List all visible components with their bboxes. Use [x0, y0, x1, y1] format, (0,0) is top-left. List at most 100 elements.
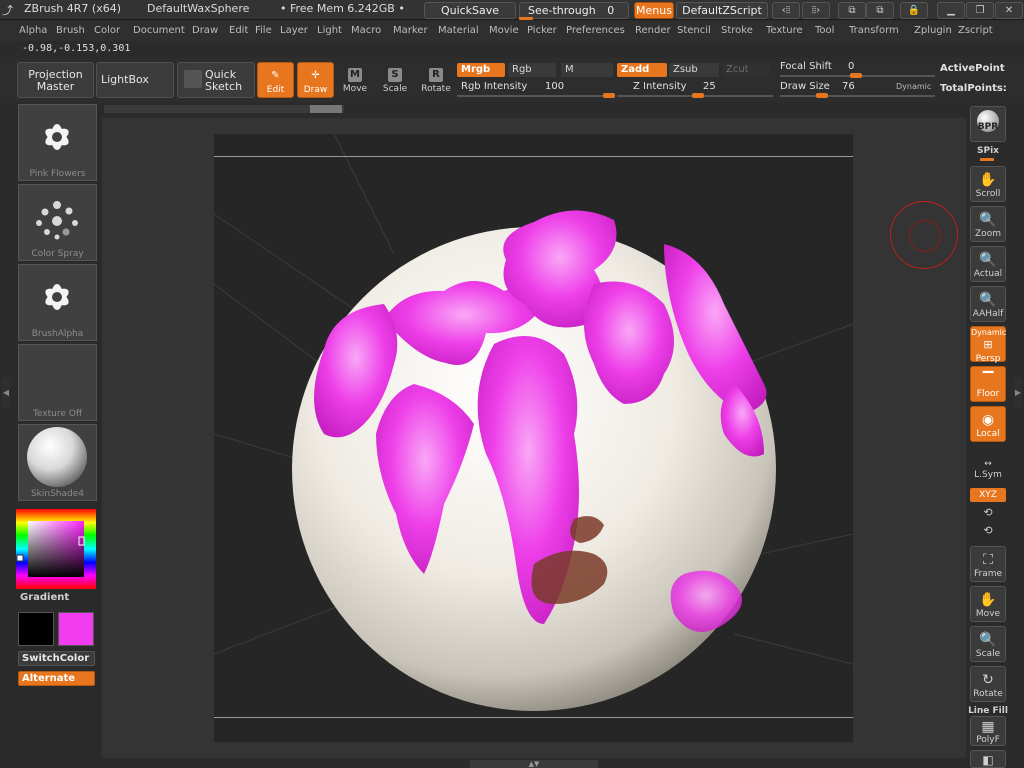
menu-material[interactable]: Material: [438, 25, 479, 36]
menu-macro[interactable]: Macro: [351, 25, 381, 36]
secondary-color-swatch[interactable]: [18, 612, 54, 646]
xyz-toggle[interactable]: XYZ: [970, 488, 1006, 502]
spix-slider[interactable]: [980, 158, 994, 161]
menu-brush[interactable]: Brush: [56, 25, 85, 36]
focal-shift-knob[interactable]: [850, 73, 862, 78]
minimize-icon[interactable]: ▁: [937, 2, 965, 19]
move-view-button[interactable]: ✋ Move: [970, 586, 1006, 622]
main-color-swatch[interactable]: [58, 612, 94, 646]
zsub-toggle[interactable]: Zsub: [669, 63, 719, 77]
left-tray-handle[interactable]: ◀: [2, 378, 10, 408]
material-picker[interactable]: SkinShade4: [18, 424, 97, 501]
layout-prev-icon[interactable]: ‹⦙⦙: [772, 2, 800, 19]
scale-mode-button[interactable]: S Scale: [375, 62, 415, 98]
zoom-button[interactable]: 🔍 Zoom: [970, 206, 1006, 242]
projection-master-button[interactable]: Projection Master: [17, 62, 94, 98]
rotate-mode-button[interactable]: R Rotate: [416, 62, 456, 98]
menu-edit[interactable]: Edit: [229, 25, 248, 36]
menu-zplugin[interactable]: Zplugin: [914, 25, 952, 36]
color-picker[interactable]: [16, 509, 96, 589]
menu-stencil[interactable]: Stencil: [677, 25, 711, 36]
menu-transform[interactable]: Transform: [849, 25, 899, 36]
close-icon[interactable]: ✕: [995, 2, 1023, 19]
alternate-toggle[interactable]: Alternate: [18, 671, 95, 686]
menu-tool[interactable]: Tool: [815, 25, 834, 36]
rotate-view-button[interactable]: ↻ Rotate: [970, 666, 1006, 702]
window-arrange-icon[interactable]: ⧉: [866, 2, 894, 19]
perspective-icon: ⊞: [983, 338, 993, 351]
rgb-toggle[interactable]: Rgb: [508, 63, 556, 77]
wax-sphere-mesh[interactable]: [292, 210, 776, 711]
brush-picker[interactable]: Pink Flowers: [18, 104, 97, 181]
zadd-toggle[interactable]: Zadd: [617, 63, 667, 77]
menus-toggle[interactable]: Menus: [634, 2, 674, 19]
menu-file[interactable]: File: [255, 25, 272, 36]
y-rotate-icon[interactable]: ⟲: [966, 506, 1010, 519]
rgb-intensity-slider[interactable]: Rgb Intensity 100: [457, 80, 615, 98]
switch-color-button[interactable]: SwitchColor: [18, 651, 95, 666]
quicksave-button[interactable]: QuickSave: [424, 2, 516, 19]
zcut-toggle[interactable]: Zcut: [722, 63, 770, 77]
menu-light[interactable]: Light: [317, 25, 342, 36]
app-title: ZBrush 4R7 (x64): [24, 2, 122, 15]
menu-draw[interactable]: Draw: [192, 25, 218, 36]
restore-icon[interactable]: ❐: [966, 2, 994, 19]
focal-shift-slider[interactable]: Focal Shift 0: [780, 61, 935, 79]
lsym-label[interactable]: L.Sym: [966, 470, 1010, 480]
right-tray-handle[interactable]: ▶: [1014, 378, 1022, 408]
menu-preferences[interactable]: Preferences: [566, 25, 625, 36]
menu-zscript[interactable]: Zscript: [958, 25, 993, 36]
menu-layer[interactable]: Layer: [280, 25, 308, 36]
default-zscript-button[interactable]: DefaultZScript: [676, 2, 768, 19]
bottom-tray-handle[interactable]: ▲▼: [470, 760, 598, 768]
rgb-intensity-knob[interactable]: [603, 93, 615, 98]
aahalf-button[interactable]: 🔍 AAHalf: [970, 286, 1006, 322]
sculpt-viewport[interactable]: [213, 133, 854, 742]
layout-next-icon[interactable]: ⦙⦙›: [802, 2, 830, 19]
see-through-knob[interactable]: [519, 17, 533, 20]
polyf-button[interactable]: ▦ PolyF: [970, 716, 1006, 746]
z-intensity-knob[interactable]: [692, 93, 704, 98]
menu-document[interactable]: Document: [133, 25, 185, 36]
menu-movie[interactable]: Movie: [489, 25, 519, 36]
dynamic-size-toggle[interactable]: Dynamic: [896, 82, 931, 91]
local-button[interactable]: ◉ Local: [970, 406, 1006, 442]
draw-size-value: 76: [842, 81, 855, 92]
z-rotate-icon[interactable]: ⟲: [966, 524, 1010, 537]
see-through-slider[interactable]: See-through 0: [519, 2, 629, 19]
menu-color[interactable]: Color: [94, 25, 120, 36]
menu-render[interactable]: Render: [635, 25, 671, 36]
draw-mode-button[interactable]: ✛ Draw: [297, 62, 334, 98]
menu-marker[interactable]: Marker: [393, 25, 428, 36]
scroll-button[interactable]: ✋ Scroll: [970, 166, 1006, 202]
draw-size-slider[interactable]: Draw Size 76 Dynamic: [780, 80, 935, 98]
lock-icon[interactable]: 🔒: [900, 2, 928, 19]
actual-button[interactable]: 🔍 Actual: [970, 246, 1006, 282]
document-canvas[interactable]: [213, 133, 854, 742]
persp-button[interactable]: Dynamic ⊞ Persp: [970, 326, 1006, 364]
projection-master-label-2: Master: [36, 80, 75, 93]
frame-button[interactable]: ⛶ Frame: [970, 546, 1006, 582]
lsym-icon: ↔: [984, 459, 992, 469]
mrgb-toggle[interactable]: Mrgb: [457, 63, 505, 77]
texture-picker[interactable]: Texture Off: [18, 344, 97, 421]
m-toggle[interactable]: M: [561, 63, 613, 77]
menu-texture[interactable]: Texture: [766, 25, 803, 36]
bpr-button[interactable]: BPR: [970, 106, 1006, 142]
lightbox-button[interactable]: LightBox: [96, 62, 174, 98]
floor-button[interactable]: ▔ Floor: [970, 366, 1006, 402]
stroke-picker[interactable]: Color Spray: [18, 184, 97, 261]
window-layout-icon[interactable]: ⧉: [838, 2, 866, 19]
menu-alpha[interactable]: Alpha: [19, 25, 47, 36]
transp-button[interactable]: ◧: [970, 750, 1006, 768]
scale-view-button[interactable]: 🔍 Scale: [970, 626, 1006, 662]
canvas-scroll-strip[interactable]: [104, 105, 344, 113]
draw-size-knob[interactable]: [816, 93, 828, 98]
canvas-scroll-thumb[interactable]: [310, 105, 342, 113]
menu-picker[interactable]: Picker: [527, 25, 557, 36]
alpha-picker[interactable]: BrushAlpha: [18, 264, 97, 341]
edit-mode-button[interactable]: ✎ Edit: [257, 62, 294, 98]
move-mode-button[interactable]: M Move: [335, 62, 375, 98]
z-intensity-slider[interactable]: Z Intensity 25: [617, 80, 773, 98]
menu-stroke[interactable]: Stroke: [721, 25, 753, 36]
